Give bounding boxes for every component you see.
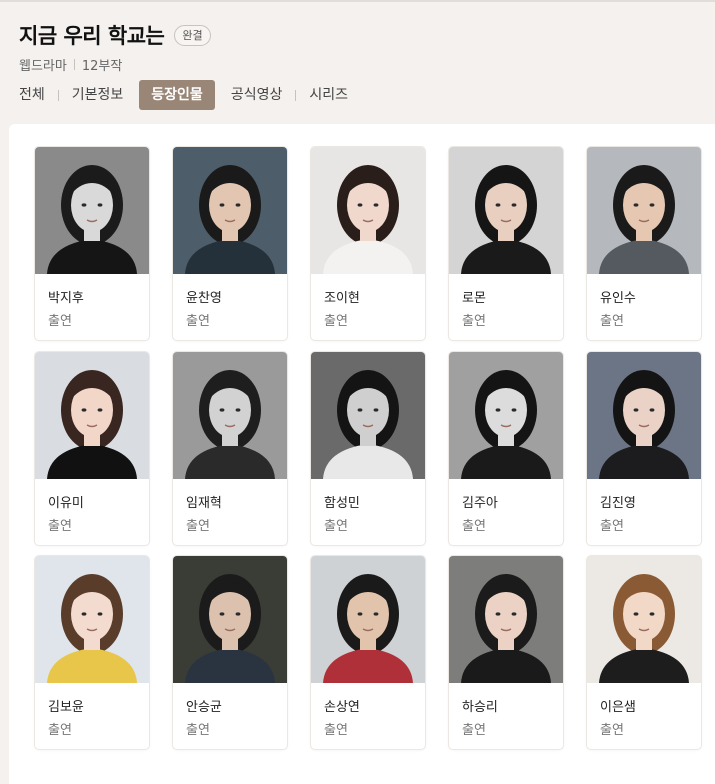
actor-role: 출연	[324, 519, 348, 534]
tab-all[interactable]: 전체	[19, 80, 45, 110]
platform-label: 웹드라마	[19, 58, 67, 74]
actor-role: 출연	[48, 723, 72, 738]
cast-card[interactable]: 윤찬영출연	[173, 147, 287, 340]
top-divider	[0, 0, 715, 2]
cast-card[interactable]: 김진영출연	[587, 352, 701, 545]
actor-role: 출연	[600, 314, 624, 329]
actor-photo	[311, 352, 425, 479]
tab-divider	[295, 89, 297, 101]
cast-card[interactable]: 임재혁출연	[173, 352, 287, 545]
actor-photo	[587, 147, 701, 274]
actor-photo	[449, 147, 563, 274]
actor-photo	[311, 147, 425, 274]
actor-name: 안승균	[186, 700, 222, 715]
page-title: 지금 우리 학교는	[19, 24, 165, 48]
actor-name: 임재혁	[186, 496, 222, 511]
actor-photo	[173, 352, 287, 479]
meta-info: 웹드라마 12부작	[19, 55, 715, 74]
cast-panel: 박지후 출연 윤찬영 출연 조이현 출연 로몬 출연 유인수 출연 이유미 출연 임재혁 출연 함성민 출연 김…	[9, 124, 715, 784]
cast-card[interactable]: 손상연출연	[311, 556, 425, 749]
actor-role: 출연	[48, 519, 72, 534]
actor-name: 이유미	[48, 496, 84, 511]
meta-divider	[73, 58, 75, 70]
episodes-label: 12부작	[81, 58, 123, 74]
actor-role: 출연	[600, 723, 624, 738]
actor-name: 김주아	[462, 496, 498, 511]
tab-official-video[interactable]: 공식영상	[231, 80, 283, 110]
actor-photo	[35, 556, 149, 683]
actor-name: 윤찬영	[186, 291, 222, 306]
actor-role: 출연	[48, 314, 72, 329]
cast-card[interactable]: 로몬출연	[449, 147, 563, 340]
actor-name: 손상연	[324, 700, 360, 715]
actor-role: 출연	[462, 314, 486, 329]
actor-photo	[449, 556, 563, 683]
actor-name: 로몬	[462, 291, 486, 306]
actor-photo	[587, 556, 701, 683]
actor-role: 출연	[600, 519, 624, 534]
actor-photo	[311, 556, 425, 683]
cast-card[interactable]: 김주아출연	[449, 352, 563, 545]
actor-role: 출연	[462, 723, 486, 738]
tab-basic-info[interactable]: 기본정보	[72, 80, 124, 110]
actor-name: 유인수	[600, 291, 636, 306]
actor-photo	[173, 147, 287, 274]
cast-card[interactable]: 김보윤출연	[35, 556, 149, 749]
actor-name: 이은샘	[600, 700, 636, 715]
actor-photo	[35, 352, 149, 479]
tab-series[interactable]: 시리즈	[309, 80, 348, 110]
actor-photo	[173, 556, 287, 683]
cast-card[interactable]: 이유미출연	[35, 352, 149, 545]
cast-card[interactable]: 이은샘출연	[587, 556, 701, 749]
actor-name: 박지후	[48, 291, 84, 306]
actor-name: 김진영	[600, 496, 636, 511]
title-row: 지금 우리 학교는 완결	[19, 20, 715, 50]
actor-role: 출연	[186, 723, 210, 738]
tab-divider	[57, 89, 59, 101]
cast-card[interactable]: 박지후출연	[35, 147, 149, 340]
actor-role: 출연	[186, 314, 210, 329]
actor-name: 함성민	[324, 496, 360, 511]
actor-role: 출연	[186, 519, 210, 534]
actor-name: 하승리	[462, 700, 498, 715]
actor-name: 조이현	[324, 291, 360, 306]
tab-bar: 전체 기본정보 등장인물 공식영상 시리즈	[19, 80, 348, 110]
actor-photo	[35, 147, 149, 274]
actor-role: 출연	[324, 723, 348, 738]
actor-role: 출연	[462, 519, 486, 534]
tab-characters[interactable]: 등장인물	[139, 80, 215, 110]
actor-photo	[587, 352, 701, 479]
actor-photo	[449, 352, 563, 479]
cast-card[interactable]: 유인수출연	[587, 147, 701, 340]
cast-card[interactable]: 조이현출연	[311, 147, 425, 340]
cast-card[interactable]: 함성민출연	[311, 352, 425, 545]
actor-name: 김보윤	[48, 700, 84, 715]
status-badge: 완결	[174, 24, 211, 46]
actor-role: 출연	[324, 314, 348, 329]
title-header: 지금 우리 학교는 완결 웹드라마 12부작	[19, 20, 715, 74]
cast-card[interactable]: 하승리출연	[449, 556, 563, 749]
cast-card[interactable]: 안승균출연	[173, 556, 287, 749]
